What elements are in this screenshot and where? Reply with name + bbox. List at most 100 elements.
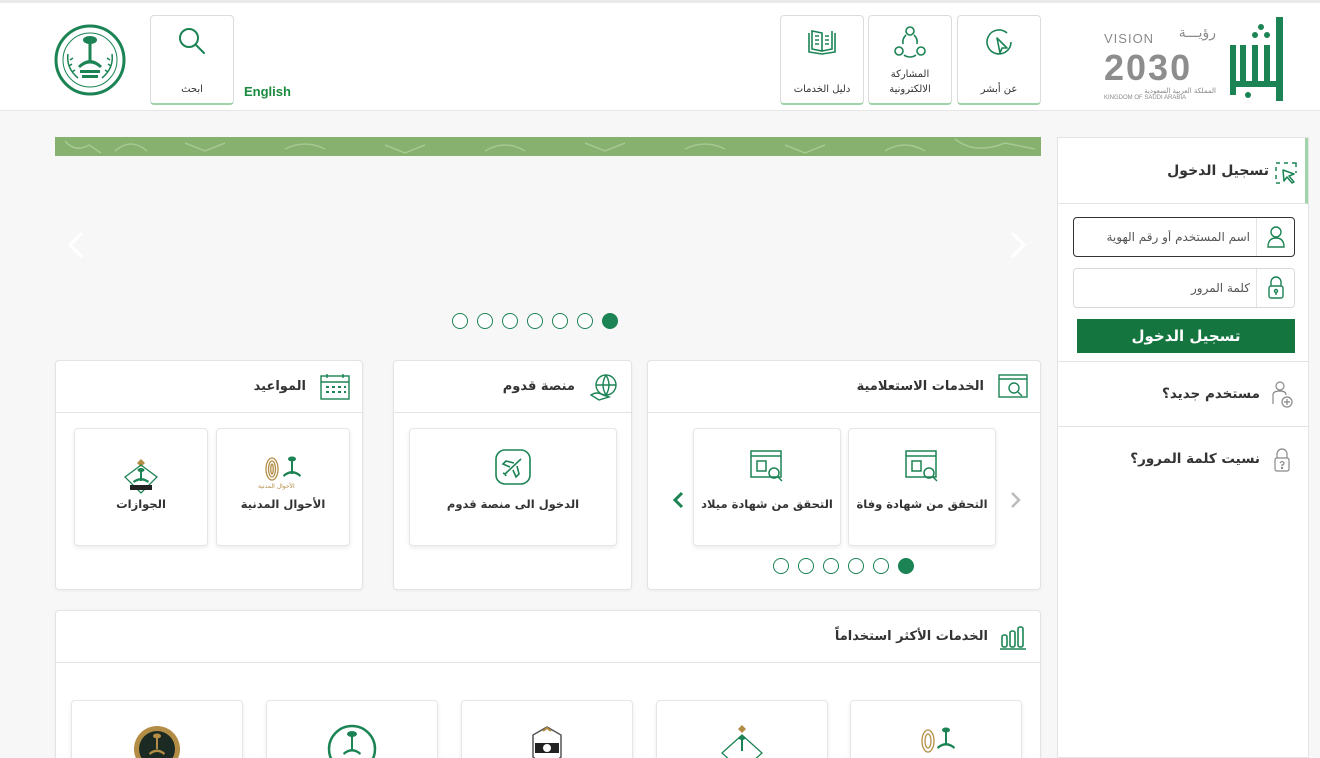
login-sidebar: تسجيل الدخول تسجيل الدخول <box>1057 137 1309 758</box>
appointment-card-passports[interactable]: الجوازات <box>74 428 208 546</box>
login-header: تسجيل الدخول <box>1058 138 1308 204</box>
calendar-icon <box>320 373 350 401</box>
vision-kingdom-en: KINGDOM OF SAUDI ARABIA <box>1104 95 1187 101</box>
most-used-card-traffic[interactable] <box>461 700 633 758</box>
username-input[interactable] <box>1080 226 1250 248</box>
public-security-logo <box>131 723 183 758</box>
ministry-emblem <box>326 723 378 758</box>
nav-services-guide-label: دليل الخدمات <box>793 84 851 95</box>
vision-2030-logo: VISION رؤيـــة 2030 المملكة العربية السع… <box>1104 25 1216 103</box>
carousel-dot[interactable] <box>477 313 493 329</box>
nav-e-participation[interactable]: المشاركة الالكترونية <box>868 15 952 105</box>
new-user-label: مستخدم جديد؟ <box>1162 386 1260 402</box>
nav-about-absher[interactable]: عن أبشر <box>957 15 1041 105</box>
most-used-card-public-security[interactable] <box>71 700 243 758</box>
language-switch-link[interactable]: English <box>244 84 291 99</box>
new-user-link[interactable]: مستخدم جديد؟ <box>1058 361 1308 425</box>
book-icon <box>804 24 840 60</box>
carousel-next-arrow[interactable] <box>1003 225 1033 265</box>
carousel-dot-active[interactable] <box>602 313 618 329</box>
participation-icon <box>892 24 928 60</box>
inquiry-prev-chevron[interactable] <box>1008 489 1022 517</box>
search-button[interactable]: ابحث <box>150 15 234 105</box>
vision-word: VISION <box>1104 31 1155 46</box>
password-input[interactable] <box>1080 277 1250 299</box>
inquiry-dots <box>773 558 914 574</box>
appointment-card-civil-affairs[interactable]: الأحوال المدنية الأحوال المدنية <box>216 428 350 546</box>
login-submit-button[interactable]: تسجيل الدخول <box>1077 319 1295 353</box>
nav-about-absher-label: عن أبشر <box>980 84 1018 95</box>
service-card-label: التحقق من شهادة ميلاد <box>701 497 833 511</box>
inquiry-dot[interactable] <box>773 558 789 574</box>
inquiry-dot[interactable] <box>798 558 814 574</box>
certificate-search-icon <box>747 447 787 487</box>
most-used-card-passports[interactable] <box>656 700 828 758</box>
username-field <box>1073 217 1295 257</box>
absher-logo[interactable] <box>1228 15 1288 105</box>
arrival-platform-header: منصة قدوم <box>394 361 631 413</box>
lock-icon <box>1256 269 1294 307</box>
forgot-password-link[interactable]: نسيت كلمة المرور؟ <box>1058 426 1308 490</box>
nav-e-participation-line1: المشاركة <box>890 69 930 80</box>
nav-e-participation-label: المشاركة الالكترونية <box>871 67 949 97</box>
civil-affairs-logo: الأحوال المدنية <box>258 455 308 499</box>
service-card-death-certificate[interactable]: التحقق من شهادة وفاة <box>848 428 996 546</box>
most-used-card-moi[interactable] <box>266 700 438 758</box>
add-user-icon <box>1270 380 1294 410</box>
top-header: VISION رؤيـــة 2030 المملكة العربية السع… <box>0 0 1320 111</box>
ministry-emblem <box>54 24 126 96</box>
appointment-card-label: الجوازات <box>116 497 166 511</box>
nav-services-guide[interactable]: دليل الخدمات <box>780 15 864 105</box>
inquiry-services-title: الخدمات الاستعلامية <box>856 379 984 394</box>
hero-carousel <box>55 137 1041 337</box>
search-label: ابحث <box>181 84 203 95</box>
vision-year: 2030 <box>1104 47 1193 88</box>
appointment-card-label: الأحوال المدنية <box>240 497 326 511</box>
civil-affairs-logo <box>910 723 962 758</box>
user-icon <box>1256 218 1294 256</box>
vision-arabic-word: رؤيـــة <box>1178 25 1216 41</box>
inquiry-next-chevron[interactable] <box>671 489 685 517</box>
appointments-panel: المواعيد الأحوال المدنية الأحوال المدنية… <box>55 360 363 590</box>
service-card-label: الدخول الى منصة قدوم <box>446 497 580 511</box>
search-icon <box>174 24 210 60</box>
login-title: تسجيل الدخول <box>1167 163 1269 179</box>
inquiry-dot[interactable] <box>873 558 889 574</box>
carousel-dot[interactable] <box>502 313 518 329</box>
screen-search-icon <box>998 373 1028 401</box>
vision-kingdom-ar: المملكة العربية السعودية <box>1144 87 1216 95</box>
inquiry-dot[interactable] <box>848 558 864 574</box>
inquiry-dot-active[interactable] <box>898 558 914 574</box>
appointments-title: المواعيد <box>253 379 306 394</box>
carousel-dot[interactable] <box>527 313 543 329</box>
carousel-prev-arrow[interactable] <box>61 225 91 265</box>
most-used-services-title: الخدمات الأكثر استخداماً <box>834 629 988 644</box>
forgot-password-label: نسيت كلمة المرور؟ <box>1130 451 1260 467</box>
service-card-birth-certificate[interactable]: التحقق من شهادة ميلاد <box>693 428 841 546</box>
civil-affairs-logo-text: الأحوال المدنية <box>258 483 295 490</box>
traffic-logo <box>521 723 573 758</box>
service-card-label: التحقق من شهادة وفاة <box>856 497 988 511</box>
plane-icon <box>493 447 533 487</box>
nav-e-participation-line2: الالكترونية <box>889 84 931 95</box>
password-field <box>1073 268 1295 308</box>
carousel-banner-image <box>55 137 1041 156</box>
most-used-card-civil-affairs[interactable] <box>850 700 1022 758</box>
globe-hand-icon <box>589 373 619 401</box>
touch-icon <box>981 24 1017 60</box>
bar-chart-icon <box>998 623 1028 651</box>
login-cursor-icon <box>1275 162 1297 184</box>
most-used-services-header: الخدمات الأكثر استخداماً <box>56 611 1040 663</box>
carousel-dot[interactable] <box>452 313 468 329</box>
carousel-dot[interactable] <box>577 313 593 329</box>
inquiry-services-panel: الخدمات الاستعلامية التحقق من شهادة وفاة <box>647 360 1041 590</box>
passports-logo <box>716 723 768 758</box>
service-card-arrival-login[interactable]: الدخول الى منصة قدوم <box>409 428 617 546</box>
lock-question-icon <box>1270 445 1294 475</box>
inquiry-services-header: الخدمات الاستعلامية <box>648 361 1040 413</box>
passports-logo <box>121 457 161 497</box>
carousel-dot[interactable] <box>552 313 568 329</box>
inquiry-dot[interactable] <box>823 558 839 574</box>
appointments-header: المواعيد <box>56 361 362 413</box>
arrival-platform-panel: منصة قدوم الدخول الى منصة قدوم <box>393 360 632 590</box>
